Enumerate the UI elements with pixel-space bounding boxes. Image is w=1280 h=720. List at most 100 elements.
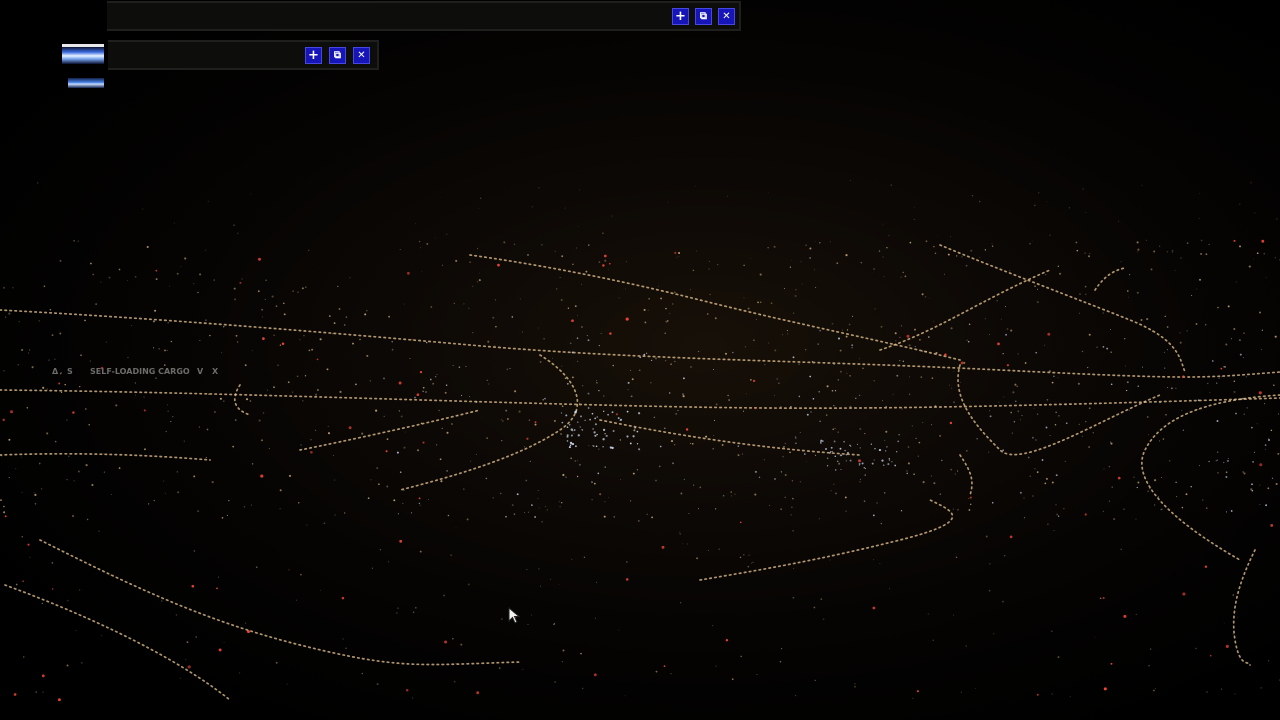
city-light-dot	[446, 470, 448, 472]
city-light-dot	[72, 411, 75, 414]
city-light-dot	[338, 308, 341, 310]
city-light-dot	[288, 568, 290, 571]
city-light-dot	[3, 511, 6, 514]
city-light-dot	[914, 328, 916, 331]
city-light-dot	[386, 438, 389, 440]
v-toggle[interactable]: V	[197, 367, 203, 376]
city-light-dot	[756, 674, 758, 676]
city-light-dot	[1064, 460, 1066, 463]
city-light-dot	[895, 340, 897, 342]
city-light-dot	[769, 504, 770, 506]
city-light-dot	[144, 448, 146, 451]
city-light-dot	[633, 429, 636, 432]
city-light-dot	[1038, 192, 1040, 194]
city-light-dot	[678, 251, 681, 255]
city-light-dot	[77, 470, 80, 473]
add-button[interactable]: +	[672, 8, 689, 25]
city-light-dot	[913, 218, 915, 220]
window-thumbnail-secondary[interactable]	[68, 78, 104, 88]
city-light-dot	[419, 550, 422, 553]
panel-close[interactable]: X	[212, 367, 218, 376]
city-light-dot	[388, 315, 390, 318]
city-light-dot	[295, 599, 298, 601]
city-light-dot	[607, 497, 609, 499]
city-light-dot	[1006, 364, 1010, 367]
city-light-dot	[1047, 332, 1051, 336]
city-light-dot	[752, 379, 756, 383]
close-button[interactable]: ✕	[718, 8, 735, 25]
city-light-dot	[653, 416, 656, 419]
city-light-dot	[279, 508, 281, 510]
city-light-dot	[814, 240, 816, 242]
city-light-dot	[406, 271, 410, 275]
city-light-dot	[180, 266, 182, 267]
city-light-dot	[597, 472, 600, 475]
city-light-dot	[172, 416, 174, 418]
city-lights-layer	[0, 179, 1280, 702]
city-light-dot	[813, 269, 815, 271]
city-light-dot	[518, 410, 521, 413]
city-light-dot	[908, 344, 911, 347]
city-light-dot	[247, 630, 250, 634]
city-light-dot	[233, 287, 236, 290]
city-light-dot	[836, 262, 839, 265]
city-light-dot	[51, 334, 54, 336]
city-light-dot	[603, 410, 605, 412]
road-light-line	[959, 454, 973, 496]
city-light-dot	[611, 215, 613, 217]
city-light-dot	[1235, 412, 1237, 415]
city-light-dot	[696, 250, 698, 252]
city-light-dot	[80, 662, 83, 664]
city-light-dot	[487, 340, 490, 343]
city-light-dot	[1263, 403, 1265, 405]
city-light-dot	[283, 313, 286, 316]
city-light-dot	[1096, 346, 1098, 348]
city-light-dot	[794, 435, 796, 437]
city-light-dot	[801, 283, 803, 285]
city-light-dot	[1234, 693, 1236, 695]
city-light-dot	[223, 400, 225, 402]
city-light-dot	[33, 452, 35, 454]
city-light-dot	[439, 458, 442, 461]
city-light-dot	[1270, 429, 1273, 432]
city-light-dot	[432, 382, 435, 385]
city-light-dot	[917, 455, 919, 457]
city-light-dot	[579, 415, 583, 418]
city-light-dot	[914, 346, 916, 348]
collapse-up-icon[interactable]: Δ	[52, 367, 58, 376]
add-button[interactable]: +	[305, 47, 322, 64]
city-light-dot	[679, 533, 681, 535]
undock-button[interactable]: ⧉	[329, 47, 346, 64]
city-light-dot	[98, 530, 100, 532]
undock-button[interactable]: ⧉	[695, 8, 712, 25]
city-light-dot	[277, 364, 279, 366]
s-toggle[interactable]: S	[67, 367, 73, 376]
city-light-dot	[845, 254, 848, 257]
window-thumbnail-primary[interactable]	[62, 44, 104, 64]
city-light-dot	[638, 448, 641, 451]
city-light-dot	[531, 504, 533, 506]
city-light-dot	[89, 360, 91, 362]
city-light-dot	[935, 351, 938, 354]
city-light-dot	[679, 602, 682, 604]
city-light-dot	[1199, 192, 1201, 194]
city-light-dot	[460, 643, 463, 646]
city-light-dot	[228, 500, 230, 502]
city-light-dot	[1084, 513, 1087, 516]
city-light-dot	[1085, 293, 1087, 295]
city-light-dot	[444, 640, 448, 644]
city-light-dot	[568, 423, 571, 426]
city-light-dot	[434, 376, 437, 378]
close-button[interactable]: ✕	[353, 47, 370, 64]
city-light-dot	[792, 356, 795, 359]
city-light-dot	[570, 457, 573, 460]
city-light-dot	[561, 661, 563, 663]
city-light-dot	[1023, 497, 1025, 499]
city-light-dot	[250, 193, 252, 195]
city-light-dot	[1011, 432, 1013, 434]
city-light-dot	[651, 516, 653, 519]
city-light-dot	[1170, 387, 1173, 390]
city-light-dot	[170, 340, 173, 343]
city-light-dot	[603, 254, 607, 258]
city-light-dot	[604, 466, 606, 468]
